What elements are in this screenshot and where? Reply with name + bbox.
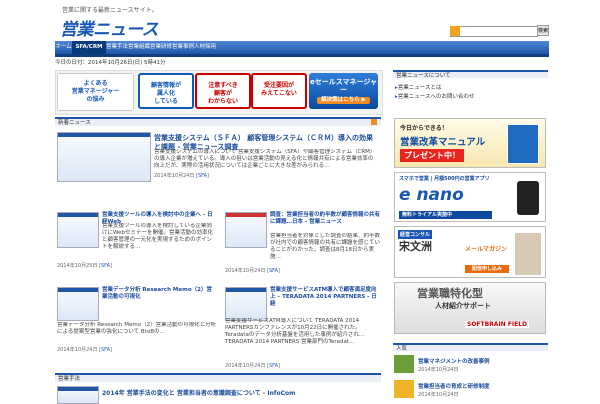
featured-thumbnail[interactable]	[57, 132, 151, 182]
search-icon	[450, 26, 460, 36]
site-tagline: 営業に関する最新ニュースサイト。	[62, 7, 158, 14]
article-1-category-link[interactable]: SFA	[101, 263, 110, 269]
article-3-thumbnail[interactable]	[57, 287, 99, 321]
article-2-category-link[interactable]: SFA	[269, 268, 278, 274]
article-3-date: 2014年10月24日	[57, 347, 98, 353]
ad-recruiting-line1: 営業職特化型	[417, 287, 483, 300]
featured-meta: 2014年10月24日 [SFA]	[154, 173, 209, 179]
article-4-meta: 2014年10月24日 [SFA]	[225, 363, 280, 369]
sidebar-link-about[interactable]: 営業ニュースとは	[395, 83, 442, 91]
sidebar-ranking-header: 人気	[393, 343, 548, 352]
ad-mail-magazine[interactable]: 経営コンサル 宋文洲 メールマガジン 配信申し込み	[394, 226, 546, 278]
banner-problem-3-label: 受注要因が みえてこない	[261, 82, 297, 97]
ad-mail-magazine-button[interactable]: 配信申し込み	[465, 265, 509, 273]
banner-manager-worries[interactable]: よくある 営業マネージャー の悩み	[57, 73, 134, 111]
banner-problem-1-label: 顧客情報が 属人化 している	[150, 82, 181, 105]
ad-e-nano-logo: e nano	[399, 185, 464, 205]
banner-solution-link[interactable]: 解決策はこちら ▶	[317, 97, 370, 104]
nav-item-5[interactable]: 営業研修	[150, 41, 172, 54]
nav-item-3[interactable]: 営業手法	[106, 41, 128, 54]
ad-recruiting-logo: SOFTBRAIN FIELD	[465, 321, 530, 328]
article-4-title[interactable]: 営業支援サービスATM導入で顧客満足度向上 – TERADATA 2014 PA…	[270, 287, 380, 308]
nav-item-7[interactable]: 人材採用	[194, 41, 216, 54]
ranking-1-title[interactable]: 営業マネジメントの改善事例	[418, 357, 490, 365]
article-2-meta: 2014年10月24日 [SFA]	[225, 268, 280, 274]
article-4-excerpt: 営業支援サービスATM導入について TERADATA 2014 PARTNERS…	[225, 318, 365, 345]
article-3-excerpt: 営業データ分析 Research Memo（2）営業活動の可視化と分析による提案…	[57, 322, 217, 335]
article-3-meta: 2014年10月24日 [SFA]	[57, 347, 112, 353]
banner-problem-2[interactable]: 注意すべき 顧客が わからない	[195, 73, 251, 109]
article-2-thumbnail[interactable]	[225, 212, 267, 248]
search-input[interactable]	[462, 27, 536, 34]
article-2-date: 2014年10月24日	[225, 268, 266, 274]
article-4-date: 2014年10月24日	[225, 363, 266, 369]
article-3-title[interactable]: 営業データ分析 Research Memo（2）営業活動の可視化	[102, 287, 217, 301]
section-header-methods: 営業手法	[55, 373, 381, 382]
featured-category-link[interactable]: SFA	[198, 173, 207, 179]
banner-problem-1[interactable]: 顧客情報が 属人化 している	[138, 73, 194, 109]
date-line: 今日の日付：2014年10月26日(日) 5時41分	[55, 60, 166, 66]
ad-recruiting-line2: 人材紹介サポート	[435, 302, 491, 310]
ad-sales-manual-line2: 営業改革マニュアル	[400, 137, 486, 148]
ad-e-nano-line1: スマホで営業 | 月額500円の営業アプリ	[399, 176, 490, 182]
banner-problem-3[interactable]: 受注要因が みえてこない	[251, 73, 307, 109]
bottom-article-title[interactable]: 2014年 営業手法の変化と 営業担当者の意識調査について - InfoCom	[102, 388, 372, 397]
nav-item-4[interactable]: 営業組織	[128, 41, 150, 54]
ad-sales-manual-line1: 今日からできる！	[400, 125, 448, 132]
site-logo[interactable]: 営業ニュース	[60, 15, 159, 40]
banner-problem-2-label: 注意すべき 顧客が わからない	[207, 82, 238, 105]
article-1-date: 2014年10月25日	[57, 263, 98, 269]
ranking-1-meta: 2014年10月24日	[418, 367, 459, 373]
ranking-2-title[interactable]: 営業担当者の育成と研修制度	[418, 382, 490, 390]
ranking-2-meta: 2014年10月24日	[418, 392, 459, 398]
article-1-excerpt: 営業支援ツールの導入を検討している企業向けにWebセミナーを開催。営業活動の効率…	[102, 223, 213, 250]
sidebar-about-header: 営業ニュースについて	[393, 70, 548, 79]
ad-e-nano-line3: 無料トライアル実施中	[399, 211, 492, 219]
ad-mail-magazine-line3: メールマガジン	[465, 246, 508, 253]
manual-cover-image	[507, 124, 539, 164]
section-header-news: 新着ニュース	[55, 117, 381, 126]
search-button[interactable]: 検索	[537, 25, 549, 36]
article-4-thumbnail[interactable]	[225, 287, 267, 321]
rss-icon[interactable]	[371, 119, 377, 125]
article-4-category-link[interactable]: SFA	[269, 363, 278, 369]
ranking-1-thumbnail[interactable]	[394, 355, 414, 373]
banner-manager-worries-label: よくある 営業マネージャー の悩み	[71, 80, 120, 103]
portrait-image	[515, 233, 541, 275]
bottom-article-thumbnail[interactable]	[57, 386, 99, 404]
nav-home[interactable]: ホーム	[55, 41, 72, 54]
featured-date: 2014年10月24日	[154, 173, 195, 179]
article-1-thumbnail[interactable]	[57, 212, 99, 248]
ad-sales-manual-line3: プレゼント中！	[400, 149, 464, 162]
ad-mail-magazine-name: 宋文洲	[399, 240, 432, 253]
sidebar-link-contact[interactable]: 営業ニュースへのお問い合わせ	[395, 92, 475, 100]
nav-item-6[interactable]: 営業事例	[172, 41, 194, 54]
nav-sfa-crm[interactable]: SFA/CRM	[72, 41, 106, 54]
article-2-excerpt: 営業担当者を対象とした調査の結果、約半数が社内での顧客情報の共有に課題を感じてい…	[270, 233, 380, 260]
article-1-meta: 2014年10月25日 [SFA]	[57, 263, 112, 269]
ad-e-nano[interactable]: スマホで営業 | 月額500円の営業アプリ e nano 無料トライアル実施中	[394, 172, 546, 222]
ad-sales-manual[interactable]: 今日からできる！ 営業改革マニュアル プレゼント中！	[394, 118, 546, 168]
banner-solution-title: eセールスマネージャー	[309, 78, 378, 94]
smartphone-image	[517, 181, 539, 215]
article-3-category-link[interactable]: SFA	[101, 347, 110, 353]
featured-excerpt: 営業支援システムの導入について 営業支援システム（SFA）や顧客管理システム（C…	[154, 149, 376, 169]
ad-recruiting[interactable]: 営業職特化型 人材紹介サポート SOFTBRAIN FIELD	[394, 282, 546, 334]
ranking-2-thumbnail[interactable]	[394, 380, 414, 398]
banner-solution[interactable]: eセールスマネージャー 解決策はこちら ▶	[309, 73, 378, 109]
article-2-title[interactable]: 調査：営業担当者の約半数が顧客情報の共有に課題…日本 - 営業ニュース	[270, 212, 380, 226]
